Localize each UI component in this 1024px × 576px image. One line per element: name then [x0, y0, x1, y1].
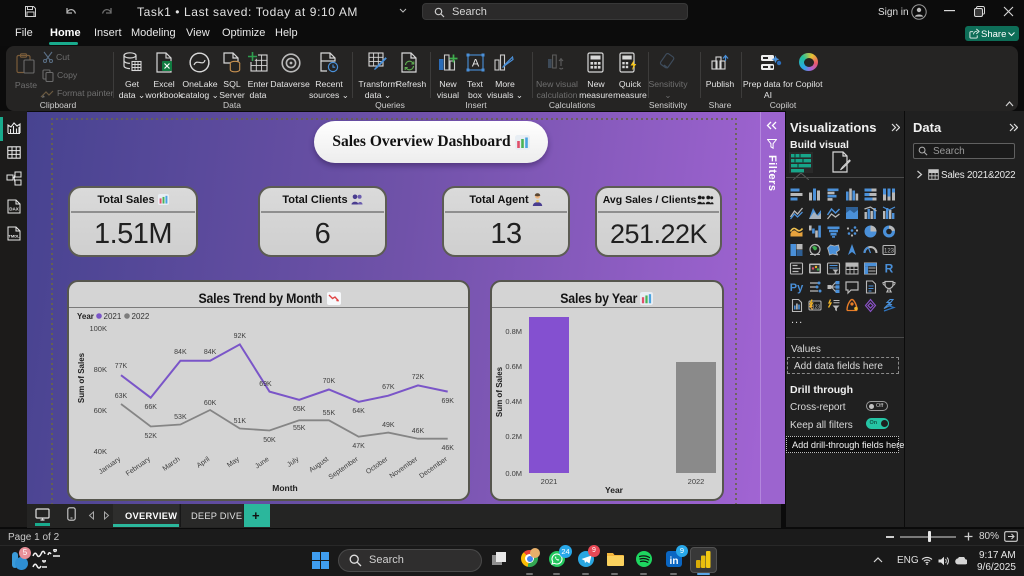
svg-text:A: A: [472, 58, 480, 70]
svg-text:0.4M: 0.4M: [505, 397, 522, 406]
svg-text:November: November: [389, 456, 420, 481]
svg-text:67K: 67K: [382, 384, 395, 391]
svg-text:September: September: [328, 456, 361, 482]
svg-text:53K: 53K: [174, 414, 187, 421]
svg-text:69K: 69K: [441, 398, 454, 405]
svg-text:123: 123: [812, 305, 821, 311]
svg-text:49K: 49K: [382, 422, 395, 429]
svg-text:2022: 2022: [132, 312, 150, 321]
svg-text:66K: 66K: [144, 404, 157, 411]
svg-text:Year: Year: [77, 312, 94, 321]
svg-text:April: April: [196, 456, 212, 470]
svg-text:DAX: DAX: [9, 207, 19, 212]
svg-text:72K: 72K: [412, 374, 425, 381]
svg-text:64K: 64K: [352, 408, 365, 415]
svg-text:52K: 52K: [144, 433, 157, 440]
svg-text:December: December: [418, 456, 449, 481]
svg-text:46K: 46K: [412, 428, 425, 435]
svg-text:July: July: [286, 456, 301, 469]
svg-text:123: 123: [884, 249, 895, 255]
svg-text:47K: 47K: [352, 443, 365, 450]
svg-text:October: October: [365, 456, 390, 476]
svg-text:February: February: [125, 456, 152, 478]
svg-text:65K: 65K: [293, 406, 306, 413]
svg-text:August: August: [308, 456, 330, 474]
svg-text:80K: 80K: [94, 365, 107, 374]
svg-text:TMDL: TMDL: [8, 234, 20, 239]
svg-text:60K: 60K: [94, 406, 107, 415]
svg-text:0.8M: 0.8M: [505, 327, 522, 336]
svg-text:92K: 92K: [234, 333, 247, 340]
svg-text:55K: 55K: [293, 425, 306, 432]
svg-text:2022: 2022: [688, 477, 705, 486]
svg-text:2021: 2021: [541, 477, 558, 486]
svg-text:May: May: [226, 456, 241, 470]
svg-text:70K: 70K: [323, 378, 336, 385]
svg-text:84K: 84K: [204, 349, 217, 356]
svg-text:40K: 40K: [94, 447, 107, 456]
svg-text:51K: 51K: [234, 418, 247, 425]
svg-text:R: R: [885, 262, 894, 276]
svg-text:84K: 84K: [174, 349, 187, 356]
svg-text:June: June: [254, 456, 271, 471]
svg-text:0.2M: 0.2M: [505, 432, 522, 441]
svg-text:Sum of Sales: Sum of Sales: [77, 352, 86, 403]
svg-text:0.0M: 0.0M: [505, 469, 522, 478]
svg-text:77K: 77K: [115, 363, 128, 370]
svg-text:March: March: [162, 456, 182, 473]
svg-text:63K: 63K: [115, 393, 128, 400]
svg-text:0.6M: 0.6M: [505, 362, 522, 371]
svg-text:100K: 100K: [89, 324, 107, 333]
svg-text:Year: Year: [605, 485, 624, 495]
svg-text:Sum of Sales: Sum of Sales: [495, 366, 504, 417]
svg-text:46K: 46K: [441, 445, 454, 452]
svg-text:Month: Month: [272, 483, 298, 493]
svg-text:Py: Py: [790, 282, 804, 294]
svg-text:January: January: [98, 456, 123, 476]
svg-text:55K: 55K: [323, 410, 336, 417]
svg-text:50K: 50K: [263, 437, 276, 444]
svg-text:69K: 69K: [259, 381, 272, 388]
svg-text:60K: 60K: [204, 400, 217, 407]
svg-text:2021: 2021: [104, 312, 122, 321]
